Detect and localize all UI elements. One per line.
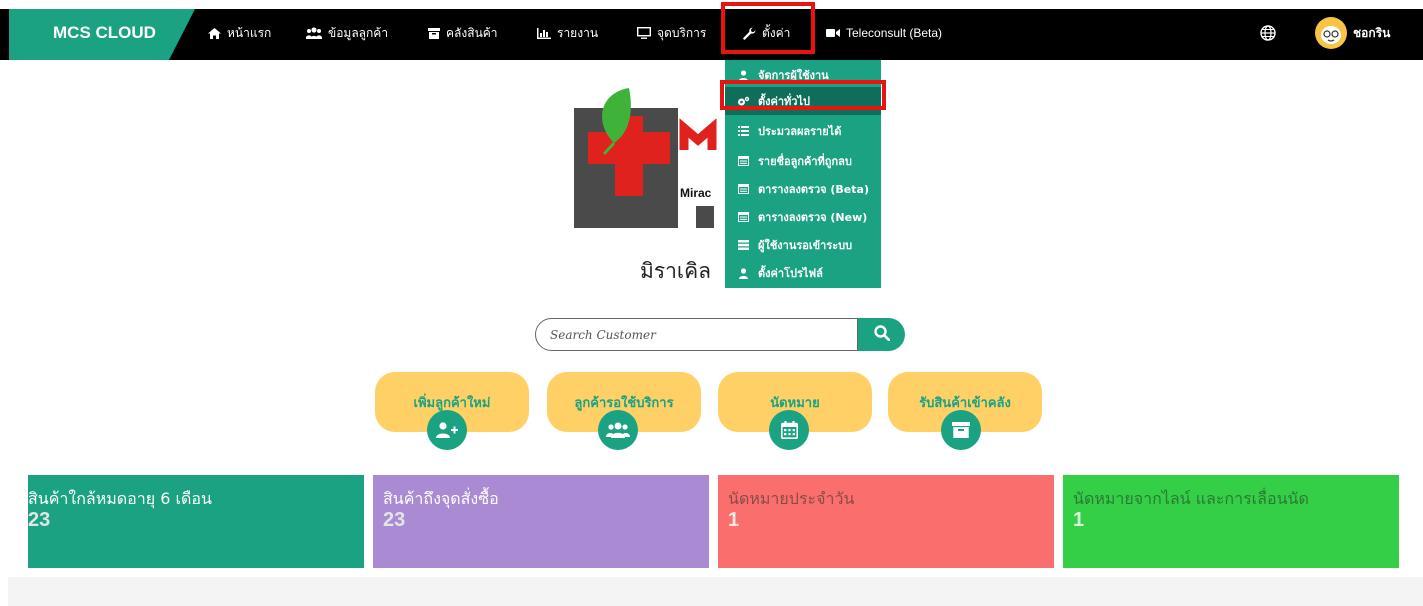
avatar bbox=[1315, 17, 1347, 49]
menu-item-schedule-beta[interactable]: ตารางลงตรวจ (Beta) bbox=[725, 174, 881, 204]
menu-item-label: ประมวลผลรายได้ bbox=[758, 125, 842, 138]
nav-customers[interactable]: ข้อมูลลูกค้า bbox=[306, 20, 388, 46]
menu-item-label: ตารางลงตรวจ (Beta) bbox=[758, 183, 869, 196]
nav-inventory[interactable]: คลังสินค้า bbox=[428, 20, 498, 46]
nav-service-points[interactable]: จุดบริการ bbox=[637, 20, 706, 46]
user-plus-icon[interactable] bbox=[427, 410, 467, 450]
user-name: ชอกริน bbox=[1353, 25, 1391, 40]
table-icon bbox=[737, 240, 750, 250]
nav-inventory-label: คลังสินค้า bbox=[446, 25, 498, 40]
nav-teleconsult-label: Teleconsult (Beta) bbox=[846, 26, 943, 40]
nav-teleconsult[interactable]: Teleconsult (Beta) bbox=[826, 20, 942, 46]
archive-icon[interactable] bbox=[941, 410, 981, 450]
card-daily-appointments[interactable]: นัดหมายประจำวัน 1 bbox=[718, 475, 1054, 568]
nav-customers-label: ข้อมูลลูกค้า bbox=[328, 25, 389, 40]
bar-chart-icon bbox=[537, 27, 551, 39]
card-reorder-products[interactable]: สินค้าถึงจุดสั่งซื้อ 23 bbox=[373, 475, 709, 568]
footer bbox=[8, 577, 1423, 606]
search-icon bbox=[873, 324, 890, 345]
table-icon bbox=[737, 184, 750, 194]
menu-item-profile-settings[interactable]: ตั้งค่าโปรไฟล์ bbox=[725, 258, 881, 288]
table-icon bbox=[737, 212, 750, 222]
globe-icon bbox=[1260, 25, 1276, 41]
card-title: นัดหมายจากไลน์ และการเลื่อนนัด bbox=[1073, 489, 1309, 508]
menu-item-schedule-new[interactable]: ตารางลงตรวจ (New) bbox=[725, 202, 881, 232]
menu-item-label: รายชื่อลูกค้าที่ถูกลบ bbox=[758, 155, 852, 168]
highlight-settings-nav bbox=[721, 2, 815, 54]
menu-item-label: ตั้งค่าโปรไฟล์ bbox=[758, 267, 823, 280]
logo-text: Mirac bbox=[680, 186, 712, 200]
card-title: นัดหมายประจำวัน bbox=[728, 489, 855, 508]
card-value: 1 bbox=[728, 509, 740, 531]
nav-reports-label: รายงาน bbox=[557, 25, 599, 40]
card-title: สินค้าใกล้หมดอายุ 6 เดือน bbox=[28, 489, 212, 508]
card-value: 23 bbox=[383, 509, 406, 531]
user-icon bbox=[737, 267, 750, 279]
desktop-icon bbox=[637, 27, 651, 39]
card-expiring-products[interactable]: สินค้าใกล้หมดอายุ 6 เดือน 23 bbox=[28, 475, 364, 568]
customer-search bbox=[535, 318, 905, 353]
top-navbar: MCS CLOUD หน้าแรก ข้อมูลลูกค้า คลังสินค้… bbox=[0, 9, 1423, 60]
users-icon bbox=[306, 27, 322, 39]
video-camera-icon bbox=[826, 28, 840, 38]
card-value: 23 bbox=[28, 509, 51, 531]
user-menu[interactable]: ชอกริน bbox=[1315, 17, 1390, 49]
nav-home-label: หน้าแรก bbox=[227, 25, 272, 40]
card-line-appointments[interactable]: นัดหมายจากไลน์ และการเลื่อนนัด 1 bbox=[1063, 475, 1399, 568]
search-button[interactable] bbox=[858, 318, 905, 351]
menu-item-pending-users[interactable]: ผู้ใช้งานรอเข้าระบบ bbox=[725, 230, 881, 260]
highlight-general-settings bbox=[720, 80, 886, 110]
card-value: 1 bbox=[1073, 509, 1085, 531]
list-icon bbox=[737, 126, 750, 136]
user-icon bbox=[737, 69, 750, 81]
nav-home[interactable]: หน้าแรก bbox=[208, 20, 271, 46]
table-icon bbox=[737, 156, 750, 166]
search-input[interactable] bbox=[535, 318, 858, 351]
archive-icon bbox=[428, 27, 440, 39]
calendar-icon[interactable] bbox=[769, 410, 809, 450]
users-icon[interactable] bbox=[598, 410, 638, 450]
menu-item-process-income[interactable]: ประมวลผลรายได้ bbox=[725, 116, 881, 146]
brand-logo[interactable]: MCS CLOUD bbox=[9, 9, 195, 60]
language-button[interactable] bbox=[1260, 20, 1282, 46]
brand-name: MCS CLOUD bbox=[53, 23, 156, 42]
nav-service-points-label: จุดบริการ bbox=[657, 25, 707, 40]
nav-reports[interactable]: รายงาน bbox=[537, 20, 598, 46]
home-icon bbox=[208, 27, 221, 39]
appointments-label: นัดหมาย bbox=[770, 396, 820, 411]
menu-item-label: ผู้ใช้งานรอเข้าระบบ bbox=[758, 239, 853, 252]
clinic-logo: Mirac bbox=[574, 88, 734, 228]
clinic-name: มิราเคิล bbox=[640, 259, 712, 283]
menu-item-label: ตารางลงตรวจ (New) bbox=[758, 211, 868, 224]
waiting-customers-label: ลูกค้ารอใช้บริการ bbox=[574, 396, 674, 411]
menu-item-deleted-customers[interactable]: รายชื่อลูกค้าที่ถูกลบ bbox=[725, 146, 881, 176]
